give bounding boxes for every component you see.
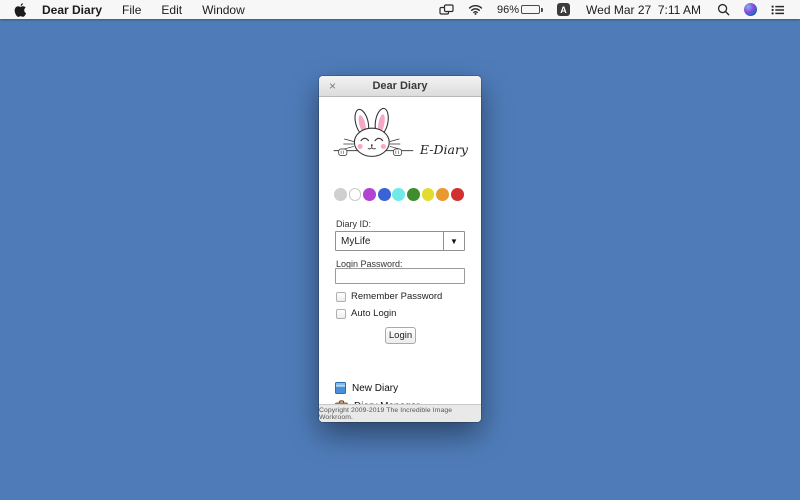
new-diary-label: New Diary [352,382,399,394]
dropdown-arrow-icon[interactable]: ▼ [443,232,464,250]
notification-center-icon[interactable] [764,4,792,16]
app-logo-caption: E-Diary [419,142,468,157]
color-dot-cyan[interactable] [392,188,406,201]
siri-icon[interactable] [737,3,764,16]
input-source-menu[interactable]: A [550,3,577,16]
login-button[interactable]: Login [385,327,416,344]
auto-login-option[interactable]: Auto Login [336,308,396,319]
color-dot-blue[interactable] [377,188,391,201]
battery-percent-label: 96% [497,3,520,16]
input-source-icon: A [557,3,571,16]
remember-password-checkbox[interactable] [336,291,346,302]
menu-bar-clock[interactable]: Wed Mar 27 7:11 AM [577,3,710,17]
display-mirroring-icon[interactable] [432,3,461,16]
menu-file[interactable]: File [112,3,151,17]
dear-diary-window: × Dear Diary E-Diary Diary ID: MyLife ▼ … [319,76,481,422]
bunny-illustration [333,107,414,157]
window-title: Dear Diary [372,80,428,92]
menu-bar: Dear Diary File Edit Window 96% A Wed Ma… [0,0,800,19]
diary-id-dropdown[interactable]: MyLife ▼ [335,231,465,251]
color-dot-red[interactable] [450,188,464,201]
color-dot-green[interactable] [406,188,420,201]
diary-id-value: MyLife [341,235,371,247]
login-password-input[interactable] [335,268,465,284]
active-app-name[interactable]: Dear Diary [32,3,112,17]
menu-window[interactable]: Window [192,3,255,17]
window-title-bar[interactable]: × Dear Diary [319,76,481,97]
color-dot-yellow[interactable] [421,188,435,201]
apple-menu-icon[interactable] [8,2,32,17]
menu-edit[interactable]: Edit [151,3,192,17]
wifi-icon[interactable] [461,4,490,15]
spotlight-search-icon[interactable] [710,3,737,16]
copyright-footer: Copyright 2009-2019 The Incredible Image… [319,404,481,422]
color-dot-gray[interactable] [334,188,347,201]
color-dot-orange[interactable] [436,188,449,201]
remember-password-option[interactable]: Remember Password [336,291,442,302]
color-palette [334,188,464,201]
new-diary-link[interactable]: New Diary [335,382,398,394]
diary-id-label: Diary ID: [336,219,372,229]
color-dot-white[interactable] [348,188,362,201]
auto-login-label: Auto Login [351,308,397,319]
remember-password-label: Remember Password [351,291,443,302]
app-logo: E-Diary [332,103,468,163]
auto-login-checkbox[interactable] [336,308,346,319]
color-dot-purple[interactable] [363,188,376,201]
new-diary-book-icon [335,382,346,394]
battery-icon [521,5,544,14]
battery-status[interactable]: 96% [490,4,550,16]
